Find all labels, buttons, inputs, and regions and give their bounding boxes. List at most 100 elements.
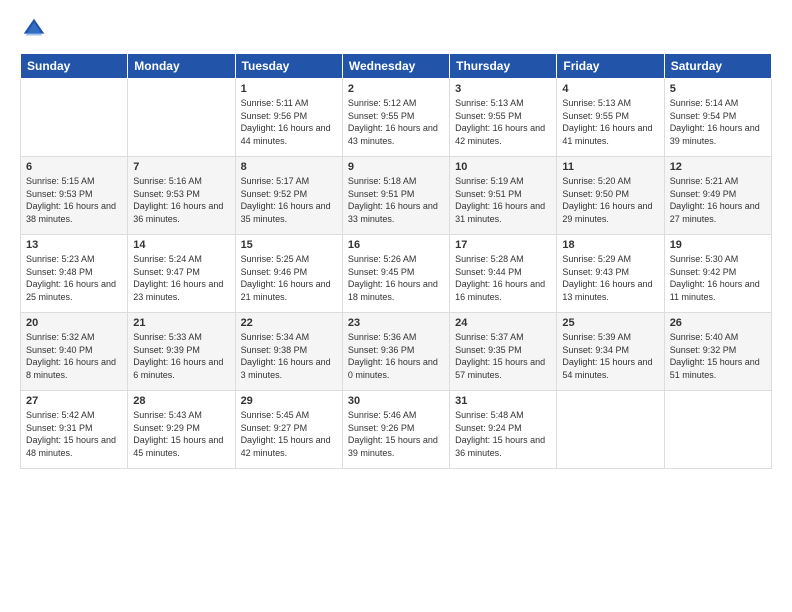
day-number: 16 (348, 239, 444, 251)
day-number: 14 (133, 239, 229, 251)
day-number: 21 (133, 317, 229, 329)
calendar-cell: 22 Sunrise: 5:34 AM Sunset: 9:38 PM Dayli… (235, 313, 342, 391)
cell-info: Sunrise: 5:26 AM Sunset: 9:45 PM Dayligh… (348, 253, 444, 303)
calendar-cell: 30Sunrise: 5:46 AM Sunset: 9:26 PM Dayli… (342, 391, 449, 469)
calendar-cell: 28Sunrise: 5:43 AM Sunset: 9:29 PM Dayli… (128, 391, 235, 469)
day-number: 26 (670, 317, 766, 329)
calendar-cell: 8 Sunrise: 5:17 AM Sunset: 9:52 PM Daylig… (235, 157, 342, 235)
header-day-sunday: Sunday (21, 54, 128, 79)
day-number: 11 (562, 161, 658, 173)
calendar-cell: 10 Sunrise: 5:19 AM Sunset: 9:51 PM Dayli… (450, 157, 557, 235)
calendar-cell (21, 79, 128, 157)
cell-info: Sunrise: 5:18 AM Sunset: 9:51 PM Dayligh… (348, 175, 444, 225)
calendar-cell: 2 Sunrise: 5:12 AM Sunset: 9:55 PM Daylig… (342, 79, 449, 157)
cell-info: Sunrise: 5:23 AM Sunset: 9:48 PM Dayligh… (26, 253, 122, 303)
calendar-cell: 6 Sunrise: 5:15 AM Sunset: 9:53 PM Daylig… (21, 157, 128, 235)
day-number: 12 (670, 161, 766, 173)
calendar-cell: 14Sunrise: 5:24 AM Sunset: 9:47 PM Dayli… (128, 235, 235, 313)
calendar-cell: 11 Sunrise: 5:20 AM Sunset: 9:50 PM Dayli… (557, 157, 664, 235)
header-day-monday: Monday (128, 54, 235, 79)
cell-info: Sunrise: 5:14 AM Sunset: 9:54 PM Dayligh… (670, 97, 766, 147)
cell-info: Sunrise: 5:30 AM Sunset: 9:42 PM Dayligh… (670, 253, 766, 303)
day-number: 29 (241, 395, 337, 407)
cell-info: Sunrise: 5:15 AM Sunset: 9:53 PM Dayligh… (26, 175, 122, 225)
calendar-cell (557, 391, 664, 469)
day-number: 20 (26, 317, 122, 329)
cell-info: Sunrise: 5:40 AM Sunset: 9:32 PM Dayligh… (670, 331, 766, 381)
calendar-cell: 13 Sunrise: 5:23 AM Sunset: 9:48 PM Dayli… (21, 235, 128, 313)
cell-info: Sunrise: 5:12 AM Sunset: 9:55 PM Dayligh… (348, 97, 444, 147)
day-number: 30 (348, 395, 444, 407)
calendar-cell: 12 Sunrise: 5:21 AM Sunset: 9:49 PM Dayli… (664, 157, 771, 235)
calendar-cell: 17 Sunrise: 5:28 AM Sunset: 9:44 PM Dayli… (450, 235, 557, 313)
day-number: 19 (670, 239, 766, 251)
header-day-wednesday: Wednesday (342, 54, 449, 79)
calendar-cell: 16 Sunrise: 5:26 AM Sunset: 9:45 PM Dayli… (342, 235, 449, 313)
cell-info: Sunrise: 5:13 AM Sunset: 9:55 PM Dayligh… (562, 97, 658, 147)
day-number: 22 (241, 317, 337, 329)
calendar-cell: 4 Sunrise: 5:13 AM Sunset: 9:55 PM Daylig… (557, 79, 664, 157)
day-number: 10 (455, 161, 551, 173)
day-number: 18 (562, 239, 658, 251)
cell-info: Sunrise: 5:48 AM Sunset: 9:24 PM Dayligh… (455, 409, 551, 459)
cell-info: Sunrise: 5:37 AM Sunset: 9:35 PM Dayligh… (455, 331, 551, 381)
calendar-cell (128, 79, 235, 157)
day-number: 9 (348, 161, 444, 173)
calendar-cell: 26 Sunrise: 5:40 AM Sunset: 9:32 PM Dayli… (664, 313, 771, 391)
cell-info: Sunrise: 5:42 AM Sunset: 9:31 PM Dayligh… (26, 409, 122, 459)
calendar-cell: 5Sunrise: 5:14 AM Sunset: 9:54 PM Daylig… (664, 79, 771, 157)
cell-info: Sunrise: 5:45 AM Sunset: 9:27 PM Dayligh… (241, 409, 337, 459)
calendar-cell: 18 Sunrise: 5:29 AM Sunset: 9:43 PM Dayli… (557, 235, 664, 313)
calendar-cell: 21 Sunrise: 5:33 AM Sunset: 9:39 PM Dayli… (128, 313, 235, 391)
cell-info: Sunrise: 5:16 AM Sunset: 9:53 PM Dayligh… (133, 175, 229, 225)
cell-info: Sunrise: 5:17 AM Sunset: 9:52 PM Dayligh… (241, 175, 337, 225)
calendar-cell: 1Sunrise: 5:11 AM Sunset: 9:56 PM Daylig… (235, 79, 342, 157)
day-number: 4 (562, 83, 658, 95)
cell-info: Sunrise: 5:21 AM Sunset: 9:49 PM Dayligh… (670, 175, 766, 225)
day-number: 24 (455, 317, 551, 329)
day-number: 15 (241, 239, 337, 251)
week-row-4: 20 Sunrise: 5:32 AM Sunset: 9:40 PM Dayli… (21, 313, 772, 391)
logo (20, 15, 52, 43)
cell-info: Sunrise: 5:19 AM Sunset: 9:51 PM Dayligh… (455, 175, 551, 225)
header (20, 15, 772, 43)
header-day-friday: Friday (557, 54, 664, 79)
logo-icon (20, 15, 48, 43)
cell-info: Sunrise: 5:32 AM Sunset: 9:40 PM Dayligh… (26, 331, 122, 381)
calendar-cell: 23 Sunrise: 5:36 AM Sunset: 9:36 PM Dayli… (342, 313, 449, 391)
cell-info: Sunrise: 5:29 AM Sunset: 9:43 PM Dayligh… (562, 253, 658, 303)
cell-info: Sunrise: 5:25 AM Sunset: 9:46 PM Dayligh… (241, 253, 337, 303)
day-number: 3 (455, 83, 551, 95)
day-number: 27 (26, 395, 122, 407)
cell-info: Sunrise: 5:43 AM Sunset: 9:29 PM Dayligh… (133, 409, 229, 459)
cell-info: Sunrise: 5:34 AM Sunset: 9:38 PM Dayligh… (241, 331, 337, 381)
calendar-cell: 25Sunrise: 5:39 AM Sunset: 9:34 PM Dayli… (557, 313, 664, 391)
cell-info: Sunrise: 5:36 AM Sunset: 9:36 PM Dayligh… (348, 331, 444, 381)
header-day-saturday: Saturday (664, 54, 771, 79)
calendar-cell: 3 Sunrise: 5:13 AM Sunset: 9:55 PM Daylig… (450, 79, 557, 157)
cell-info: Sunrise: 5:13 AM Sunset: 9:55 PM Dayligh… (455, 97, 551, 147)
cell-info: Sunrise: 5:28 AM Sunset: 9:44 PM Dayligh… (455, 253, 551, 303)
calendar-cell: 15 Sunrise: 5:25 AM Sunset: 9:46 PM Dayli… (235, 235, 342, 313)
calendar-cell: 7Sunrise: 5:16 AM Sunset: 9:53 PM Daylig… (128, 157, 235, 235)
calendar-cell: 19 Sunrise: 5:30 AM Sunset: 9:42 PM Dayli… (664, 235, 771, 313)
cell-info: Sunrise: 5:20 AM Sunset: 9:50 PM Dayligh… (562, 175, 658, 225)
header-day-thursday: Thursday (450, 54, 557, 79)
calendar-table: SundayMondayTuesdayWednesdayThursdayFrid… (20, 53, 772, 469)
calendar-cell (664, 391, 771, 469)
calendar-cell: 31 Sunrise: 5:48 AM Sunset: 9:24 PM Dayli… (450, 391, 557, 469)
header-row: SundayMondayTuesdayWednesdayThursdayFrid… (21, 54, 772, 79)
day-number: 8 (241, 161, 337, 173)
calendar-cell: 24 Sunrise: 5:37 AM Sunset: 9:35 PM Dayli… (450, 313, 557, 391)
day-number: 6 (26, 161, 122, 173)
day-number: 2 (348, 83, 444, 95)
calendar-cell: 9 Sunrise: 5:18 AM Sunset: 9:51 PM Daylig… (342, 157, 449, 235)
cell-info: Sunrise: 5:11 AM Sunset: 9:56 PM Dayligh… (241, 97, 337, 147)
day-number: 23 (348, 317, 444, 329)
day-number: 31 (455, 395, 551, 407)
cell-info: Sunrise: 5:33 AM Sunset: 9:39 PM Dayligh… (133, 331, 229, 381)
day-number: 17 (455, 239, 551, 251)
calendar-cell: 20 Sunrise: 5:32 AM Sunset: 9:40 PM Dayli… (21, 313, 128, 391)
day-number: 13 (26, 239, 122, 251)
week-row-1: 1Sunrise: 5:11 AM Sunset: 9:56 PM Daylig… (21, 79, 772, 157)
